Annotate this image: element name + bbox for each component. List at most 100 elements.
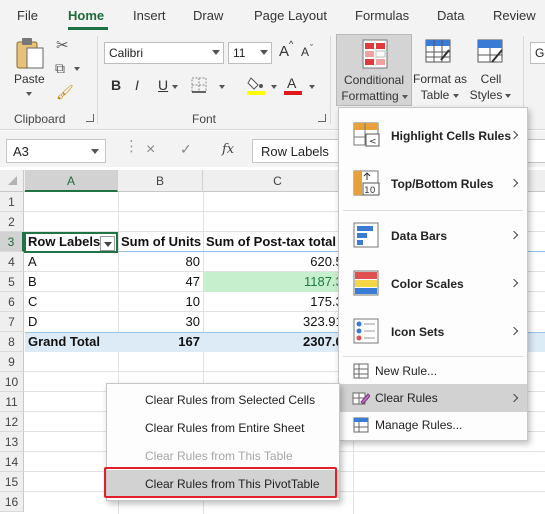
- row-header-15[interactable]: 15: [0, 472, 24, 492]
- tab-page-layout[interactable]: Page Layout: [254, 8, 327, 23]
- font-size-combo[interactable]: 11: [228, 42, 272, 64]
- row-header-16[interactable]: 16: [0, 492, 24, 512]
- name-box-value: A3: [13, 144, 29, 159]
- conditional-formatting-button[interactable]: Conditional Formatting: [336, 34, 412, 106]
- highlighted-table-cell[interactable]: 1187.36: [203, 272, 353, 292]
- menu-label: Top/Bottom Rules: [391, 177, 494, 191]
- menu-item-icon-sets[interactable]: Icon Sets: [339, 312, 527, 352]
- grand-total-label[interactable]: Grand Total: [25, 332, 118, 352]
- tab-review[interactable]: Review: [493, 8, 536, 23]
- cancel-entry-icon[interactable]: ×: [146, 141, 155, 159]
- row-header-7[interactable]: 7: [0, 312, 24, 332]
- grow-font-button[interactable]: A: [279, 43, 289, 60]
- menu-item-clear-rules[interactable]: Clear Rules: [339, 384, 527, 412]
- font-launcher-icon[interactable]: [318, 114, 326, 122]
- row-header-3[interactable]: 3: [0, 232, 24, 252]
- tab-home[interactable]: Home: [68, 8, 104, 23]
- borders-dropdown-arrow[interactable]: [219, 85, 225, 89]
- paste-icon[interactable]: [14, 36, 46, 70]
- column-header-b[interactable]: B: [118, 170, 203, 192]
- grand-total-posttax[interactable]: 2307.08: [203, 332, 353, 352]
- enter-entry-icon[interactable]: ✓: [180, 141, 192, 158]
- table-cell[interactable]: 10: [118, 292, 203, 312]
- manage-rules-icon: [353, 417, 369, 433]
- tab-data[interactable]: Data: [437, 8, 464, 23]
- menu-item-new-rule[interactable]: New Rule...: [339, 358, 527, 384]
- tab-formulas[interactable]: Formulas: [355, 8, 409, 23]
- format-as-table-icon[interactable]: [425, 38, 453, 66]
- grand-total-units[interactable]: 167: [118, 332, 203, 352]
- underline-dropdown-arrow[interactable]: [172, 85, 178, 89]
- format-as-table-dropdown-arrow[interactable]: [453, 94, 459, 98]
- row-header-14[interactable]: 14: [0, 452, 24, 472]
- tab-draw[interactable]: Draw: [193, 8, 223, 23]
- paste-dropdown-arrow[interactable]: [26, 92, 32, 96]
- row-header-11[interactable]: 11: [0, 392, 24, 412]
- row-header-9[interactable]: 9: [0, 352, 24, 372]
- number-format-combo[interactable]: Ge: [530, 42, 545, 64]
- shrink-font-caret-icon: ˇ: [310, 43, 313, 53]
- tab-insert[interactable]: Insert: [133, 8, 166, 23]
- paste-button[interactable]: Paste: [14, 72, 45, 87]
- insert-function-icon[interactable]: fx: [222, 142, 234, 157]
- underline-button[interactable]: U: [158, 77, 168, 93]
- cell-styles-dropdown-arrow[interactable]: [505, 94, 511, 98]
- table-cell[interactable]: 620.50: [203, 252, 353, 272]
- borders-icon[interactable]: [190, 76, 212, 94]
- font-group-label: Font: [192, 112, 217, 126]
- copy-dropdown-arrow[interactable]: [74, 67, 80, 71]
- select-all-corner[interactable]: [0, 170, 24, 192]
- cell-styles-label-1[interactable]: Cell: [474, 72, 508, 87]
- menu-item-color-scales[interactable]: Color Scales: [339, 264, 527, 304]
- bold-button[interactable]: B: [111, 77, 121, 93]
- column-header-a[interactable]: A: [25, 170, 118, 192]
- cut-icon[interactable]: ✂: [56, 36, 69, 54]
- name-box[interactable]: A3: [6, 139, 106, 163]
- clipboard-launcher-icon[interactable]: [86, 114, 94, 122]
- font-size-value: 11: [233, 46, 246, 60]
- table-cell[interactable]: 80: [118, 252, 203, 272]
- row-header-10[interactable]: 10: [0, 372, 24, 392]
- number-format-value: Ge: [535, 46, 545, 60]
- font-color-icon[interactable]: A: [283, 74, 303, 96]
- tab-file[interactable]: File: [17, 8, 38, 23]
- column-header-c[interactable]: C: [203, 170, 353, 192]
- menu-item-top-bottom-rules[interactable]: 10 Top/Bottom Rules: [339, 164, 527, 204]
- table-cell[interactable]: A: [25, 252, 118, 272]
- submenu-item-clear-selected-cells[interactable]: Clear Rules from Selected Cells: [107, 386, 339, 414]
- table-cell[interactable]: 323.914: [203, 312, 353, 332]
- submenu-arrow-icon: [509, 326, 519, 336]
- font-color-dropdown-arrow[interactable]: [309, 85, 315, 89]
- font-name-combo[interactable]: Calibri: [104, 42, 224, 64]
- menu-item-highlight-cells-rules[interactable]: < Highlight Cells Rules: [339, 116, 527, 156]
- italic-button[interactable]: I: [135, 77, 139, 93]
- menu-item-manage-rules[interactable]: Manage Rules...: [339, 412, 527, 438]
- row-header-6[interactable]: 6: [0, 292, 24, 312]
- row-header-2[interactable]: 2: [0, 212, 24, 232]
- cell-styles-label-2[interactable]: Styles: [468, 88, 504, 103]
- row-header-1[interactable]: 1: [0, 192, 24, 212]
- format-as-table-label-1[interactable]: Format as: [413, 72, 467, 87]
- row-header-4[interactable]: 4: [0, 252, 24, 272]
- table-cell[interactable]: 47: [118, 272, 203, 292]
- row-header-5[interactable]: 5: [0, 272, 24, 292]
- fill-color-icon[interactable]: [246, 74, 266, 96]
- table-cell[interactable]: 30: [118, 312, 203, 332]
- cell-styles-icon[interactable]: [477, 38, 505, 66]
- fill-color-dropdown-arrow[interactable]: [271, 85, 277, 89]
- highlight-cells-icon: <: [353, 122, 381, 148]
- format-painter-icon[interactable]: 🖌: [56, 84, 74, 101]
- table-cell[interactable]: D: [25, 312, 118, 332]
- shrink-font-button[interactable]: A: [301, 45, 309, 59]
- row-header-12[interactable]: 12: [0, 412, 24, 432]
- row-header-13[interactable]: 13: [0, 432, 24, 452]
- table-cell[interactable]: B: [25, 272, 118, 292]
- pivot-header-sum-posttax[interactable]: Sum of Post-tax total: [203, 232, 353, 252]
- table-cell[interactable]: 175.30: [203, 292, 353, 312]
- pivot-header-sum-units[interactable]: Sum of Units: [118, 232, 203, 252]
- submenu-item-clear-entire-sheet[interactable]: Clear Rules from Entire Sheet: [107, 414, 339, 442]
- row-header-8[interactable]: 8: [0, 332, 24, 352]
- table-cell[interactable]: C: [25, 292, 118, 312]
- copy-icon[interactable]: ⧉: [55, 60, 65, 77]
- menu-item-data-bars[interactable]: Data Bars: [339, 216, 527, 256]
